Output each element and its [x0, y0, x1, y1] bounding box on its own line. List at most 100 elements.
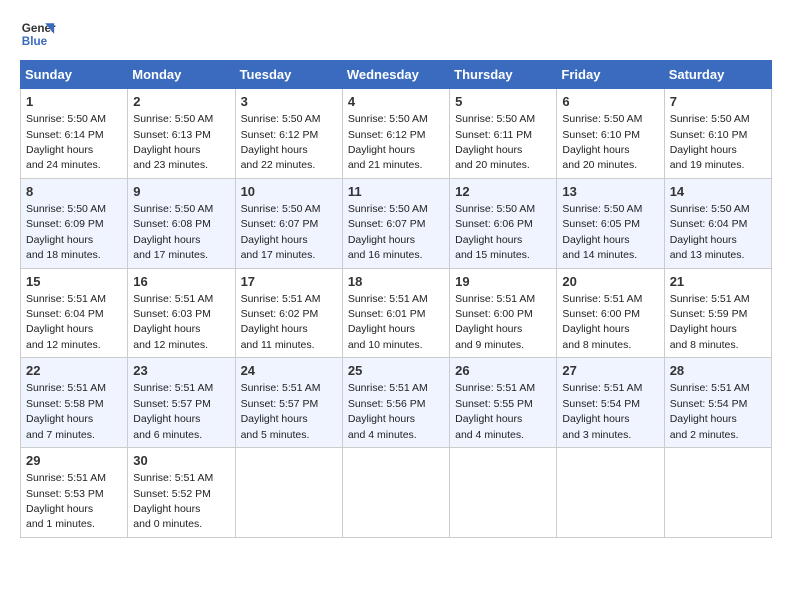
calendar-day-cell: [450, 448, 557, 538]
logo: General Blue: [20, 16, 60, 52]
day-info: Sunrise: 5:51 AMSunset: 6:00 PMDaylight …: [562, 293, 642, 351]
calendar-day-cell: 2 Sunrise: 5:50 AMSunset: 6:13 PMDayligh…: [128, 89, 235, 179]
day-number: 27: [562, 362, 658, 380]
day-info: Sunrise: 5:51 AMSunset: 5:57 PMDaylight …: [133, 382, 213, 440]
day-number: 6: [562, 93, 658, 111]
day-info: Sunrise: 5:50 AMSunset: 6:06 PMDaylight …: [455, 203, 535, 261]
day-number: 17: [241, 273, 337, 291]
day-number: 5: [455, 93, 551, 111]
day-number: 2: [133, 93, 229, 111]
day-number: 23: [133, 362, 229, 380]
weekday-header-cell: Tuesday: [235, 61, 342, 89]
day-info: Sunrise: 5:50 AMSunset: 6:07 PMDaylight …: [348, 203, 428, 261]
day-number: 25: [348, 362, 444, 380]
day-info: Sunrise: 5:50 AMSunset: 6:05 PMDaylight …: [562, 203, 642, 261]
day-info: Sunrise: 5:51 AMSunset: 5:54 PMDaylight …: [670, 382, 750, 440]
day-number: 12: [455, 183, 551, 201]
day-number: 14: [670, 183, 766, 201]
day-info: Sunrise: 5:51 AMSunset: 5:53 PMDaylight …: [26, 472, 106, 530]
weekday-header-row: SundayMondayTuesdayWednesdayThursdayFrid…: [21, 61, 772, 89]
day-info: Sunrise: 5:50 AMSunset: 6:10 PMDaylight …: [562, 113, 642, 171]
day-number: 3: [241, 93, 337, 111]
day-number: 1: [26, 93, 122, 111]
day-number: 13: [562, 183, 658, 201]
day-info: Sunrise: 5:50 AMSunset: 6:12 PMDaylight …: [348, 113, 428, 171]
day-info: Sunrise: 5:50 AMSunset: 6:11 PMDaylight …: [455, 113, 535, 171]
calendar-day-cell: 10 Sunrise: 5:50 AMSunset: 6:07 PMDaylig…: [235, 178, 342, 268]
calendar-day-cell: 14 Sunrise: 5:50 AMSunset: 6:04 PMDaylig…: [664, 178, 771, 268]
day-info: Sunrise: 5:51 AMSunset: 6:03 PMDaylight …: [133, 293, 213, 351]
calendar-day-cell: 5 Sunrise: 5:50 AMSunset: 6:11 PMDayligh…: [450, 89, 557, 179]
day-info: Sunrise: 5:50 AMSunset: 6:14 PMDaylight …: [26, 113, 106, 171]
day-info: Sunrise: 5:50 AMSunset: 6:13 PMDaylight …: [133, 113, 213, 171]
calendar-day-cell: [557, 448, 664, 538]
calendar-day-cell: 29 Sunrise: 5:51 AMSunset: 5:53 PMDaylig…: [21, 448, 128, 538]
day-info: Sunrise: 5:51 AMSunset: 5:59 PMDaylight …: [670, 293, 750, 351]
day-number: 29: [26, 452, 122, 470]
calendar-day-cell: 6 Sunrise: 5:50 AMSunset: 6:10 PMDayligh…: [557, 89, 664, 179]
calendar-day-cell: 20 Sunrise: 5:51 AMSunset: 6:00 PMDaylig…: [557, 268, 664, 358]
weekday-header-cell: Friday: [557, 61, 664, 89]
calendar-week-row: 8 Sunrise: 5:50 AMSunset: 6:09 PMDayligh…: [21, 178, 772, 268]
day-number: 30: [133, 452, 229, 470]
calendar-week-row: 15 Sunrise: 5:51 AMSunset: 6:04 PMDaylig…: [21, 268, 772, 358]
day-number: 11: [348, 183, 444, 201]
day-info: Sunrise: 5:50 AMSunset: 6:04 PMDaylight …: [670, 203, 750, 261]
calendar-table: SundayMondayTuesdayWednesdayThursdayFrid…: [20, 60, 772, 538]
calendar-week-row: 1 Sunrise: 5:50 AMSunset: 6:14 PMDayligh…: [21, 89, 772, 179]
header: General Blue: [20, 16, 772, 52]
calendar-day-cell: 3 Sunrise: 5:50 AMSunset: 6:12 PMDayligh…: [235, 89, 342, 179]
calendar-day-cell: 28 Sunrise: 5:51 AMSunset: 5:54 PMDaylig…: [664, 358, 771, 448]
day-number: 8: [26, 183, 122, 201]
calendar-day-cell: 8 Sunrise: 5:50 AMSunset: 6:09 PMDayligh…: [21, 178, 128, 268]
day-info: Sunrise: 5:50 AMSunset: 6:08 PMDaylight …: [133, 203, 213, 261]
day-number: 20: [562, 273, 658, 291]
calendar-day-cell: 24 Sunrise: 5:51 AMSunset: 5:57 PMDaylig…: [235, 358, 342, 448]
day-info: Sunrise: 5:50 AMSunset: 6:10 PMDaylight …: [670, 113, 750, 171]
calendar-day-cell: 26 Sunrise: 5:51 AMSunset: 5:55 PMDaylig…: [450, 358, 557, 448]
day-info: Sunrise: 5:51 AMSunset: 5:57 PMDaylight …: [241, 382, 321, 440]
calendar-day-cell: [342, 448, 449, 538]
calendar-day-cell: 23 Sunrise: 5:51 AMSunset: 5:57 PMDaylig…: [128, 358, 235, 448]
calendar-day-cell: 19 Sunrise: 5:51 AMSunset: 6:00 PMDaylig…: [450, 268, 557, 358]
calendar-day-cell: 7 Sunrise: 5:50 AMSunset: 6:10 PMDayligh…: [664, 89, 771, 179]
weekday-header-cell: Thursday: [450, 61, 557, 89]
day-number: 15: [26, 273, 122, 291]
day-number: 22: [26, 362, 122, 380]
day-number: 7: [670, 93, 766, 111]
calendar-day-cell: 27 Sunrise: 5:51 AMSunset: 5:54 PMDaylig…: [557, 358, 664, 448]
calendar-day-cell: 9 Sunrise: 5:50 AMSunset: 6:08 PMDayligh…: [128, 178, 235, 268]
day-info: Sunrise: 5:51 AMSunset: 6:04 PMDaylight …: [26, 293, 106, 351]
weekday-header-cell: Monday: [128, 61, 235, 89]
weekday-header-cell: Wednesday: [342, 61, 449, 89]
day-info: Sunrise: 5:51 AMSunset: 5:58 PMDaylight …: [26, 382, 106, 440]
calendar-day-cell: 15 Sunrise: 5:51 AMSunset: 6:04 PMDaylig…: [21, 268, 128, 358]
day-number: 16: [133, 273, 229, 291]
day-info: Sunrise: 5:51 AMSunset: 6:01 PMDaylight …: [348, 293, 428, 351]
day-number: 26: [455, 362, 551, 380]
day-number: 10: [241, 183, 337, 201]
day-info: Sunrise: 5:51 AMSunset: 5:56 PMDaylight …: [348, 382, 428, 440]
calendar-day-cell: 4 Sunrise: 5:50 AMSunset: 6:12 PMDayligh…: [342, 89, 449, 179]
calendar-day-cell: 12 Sunrise: 5:50 AMSunset: 6:06 PMDaylig…: [450, 178, 557, 268]
day-number: 19: [455, 273, 551, 291]
day-info: Sunrise: 5:51 AMSunset: 6:00 PMDaylight …: [455, 293, 535, 351]
svg-text:Blue: Blue: [22, 35, 48, 48]
calendar-day-cell: 18 Sunrise: 5:51 AMSunset: 6:01 PMDaylig…: [342, 268, 449, 358]
calendar-day-cell: 17 Sunrise: 5:51 AMSunset: 6:02 PMDaylig…: [235, 268, 342, 358]
calendar-day-cell: 21 Sunrise: 5:51 AMSunset: 5:59 PMDaylig…: [664, 268, 771, 358]
day-number: 28: [670, 362, 766, 380]
day-info: Sunrise: 5:50 AMSunset: 6:07 PMDaylight …: [241, 203, 321, 261]
weekday-header-cell: Sunday: [21, 61, 128, 89]
day-info: Sunrise: 5:50 AMSunset: 6:12 PMDaylight …: [241, 113, 321, 171]
calendar-day-cell: 25 Sunrise: 5:51 AMSunset: 5:56 PMDaylig…: [342, 358, 449, 448]
calendar-body: 1 Sunrise: 5:50 AMSunset: 6:14 PMDayligh…: [21, 89, 772, 538]
calendar-day-cell: 22 Sunrise: 5:51 AMSunset: 5:58 PMDaylig…: [21, 358, 128, 448]
day-info: Sunrise: 5:51 AMSunset: 5:52 PMDaylight …: [133, 472, 213, 530]
day-number: 18: [348, 273, 444, 291]
calendar-week-row: 22 Sunrise: 5:51 AMSunset: 5:58 PMDaylig…: [21, 358, 772, 448]
calendar-day-cell: 13 Sunrise: 5:50 AMSunset: 6:05 PMDaylig…: [557, 178, 664, 268]
day-info: Sunrise: 5:51 AMSunset: 6:02 PMDaylight …: [241, 293, 321, 351]
day-info: Sunrise: 5:51 AMSunset: 5:55 PMDaylight …: [455, 382, 535, 440]
day-number: 21: [670, 273, 766, 291]
